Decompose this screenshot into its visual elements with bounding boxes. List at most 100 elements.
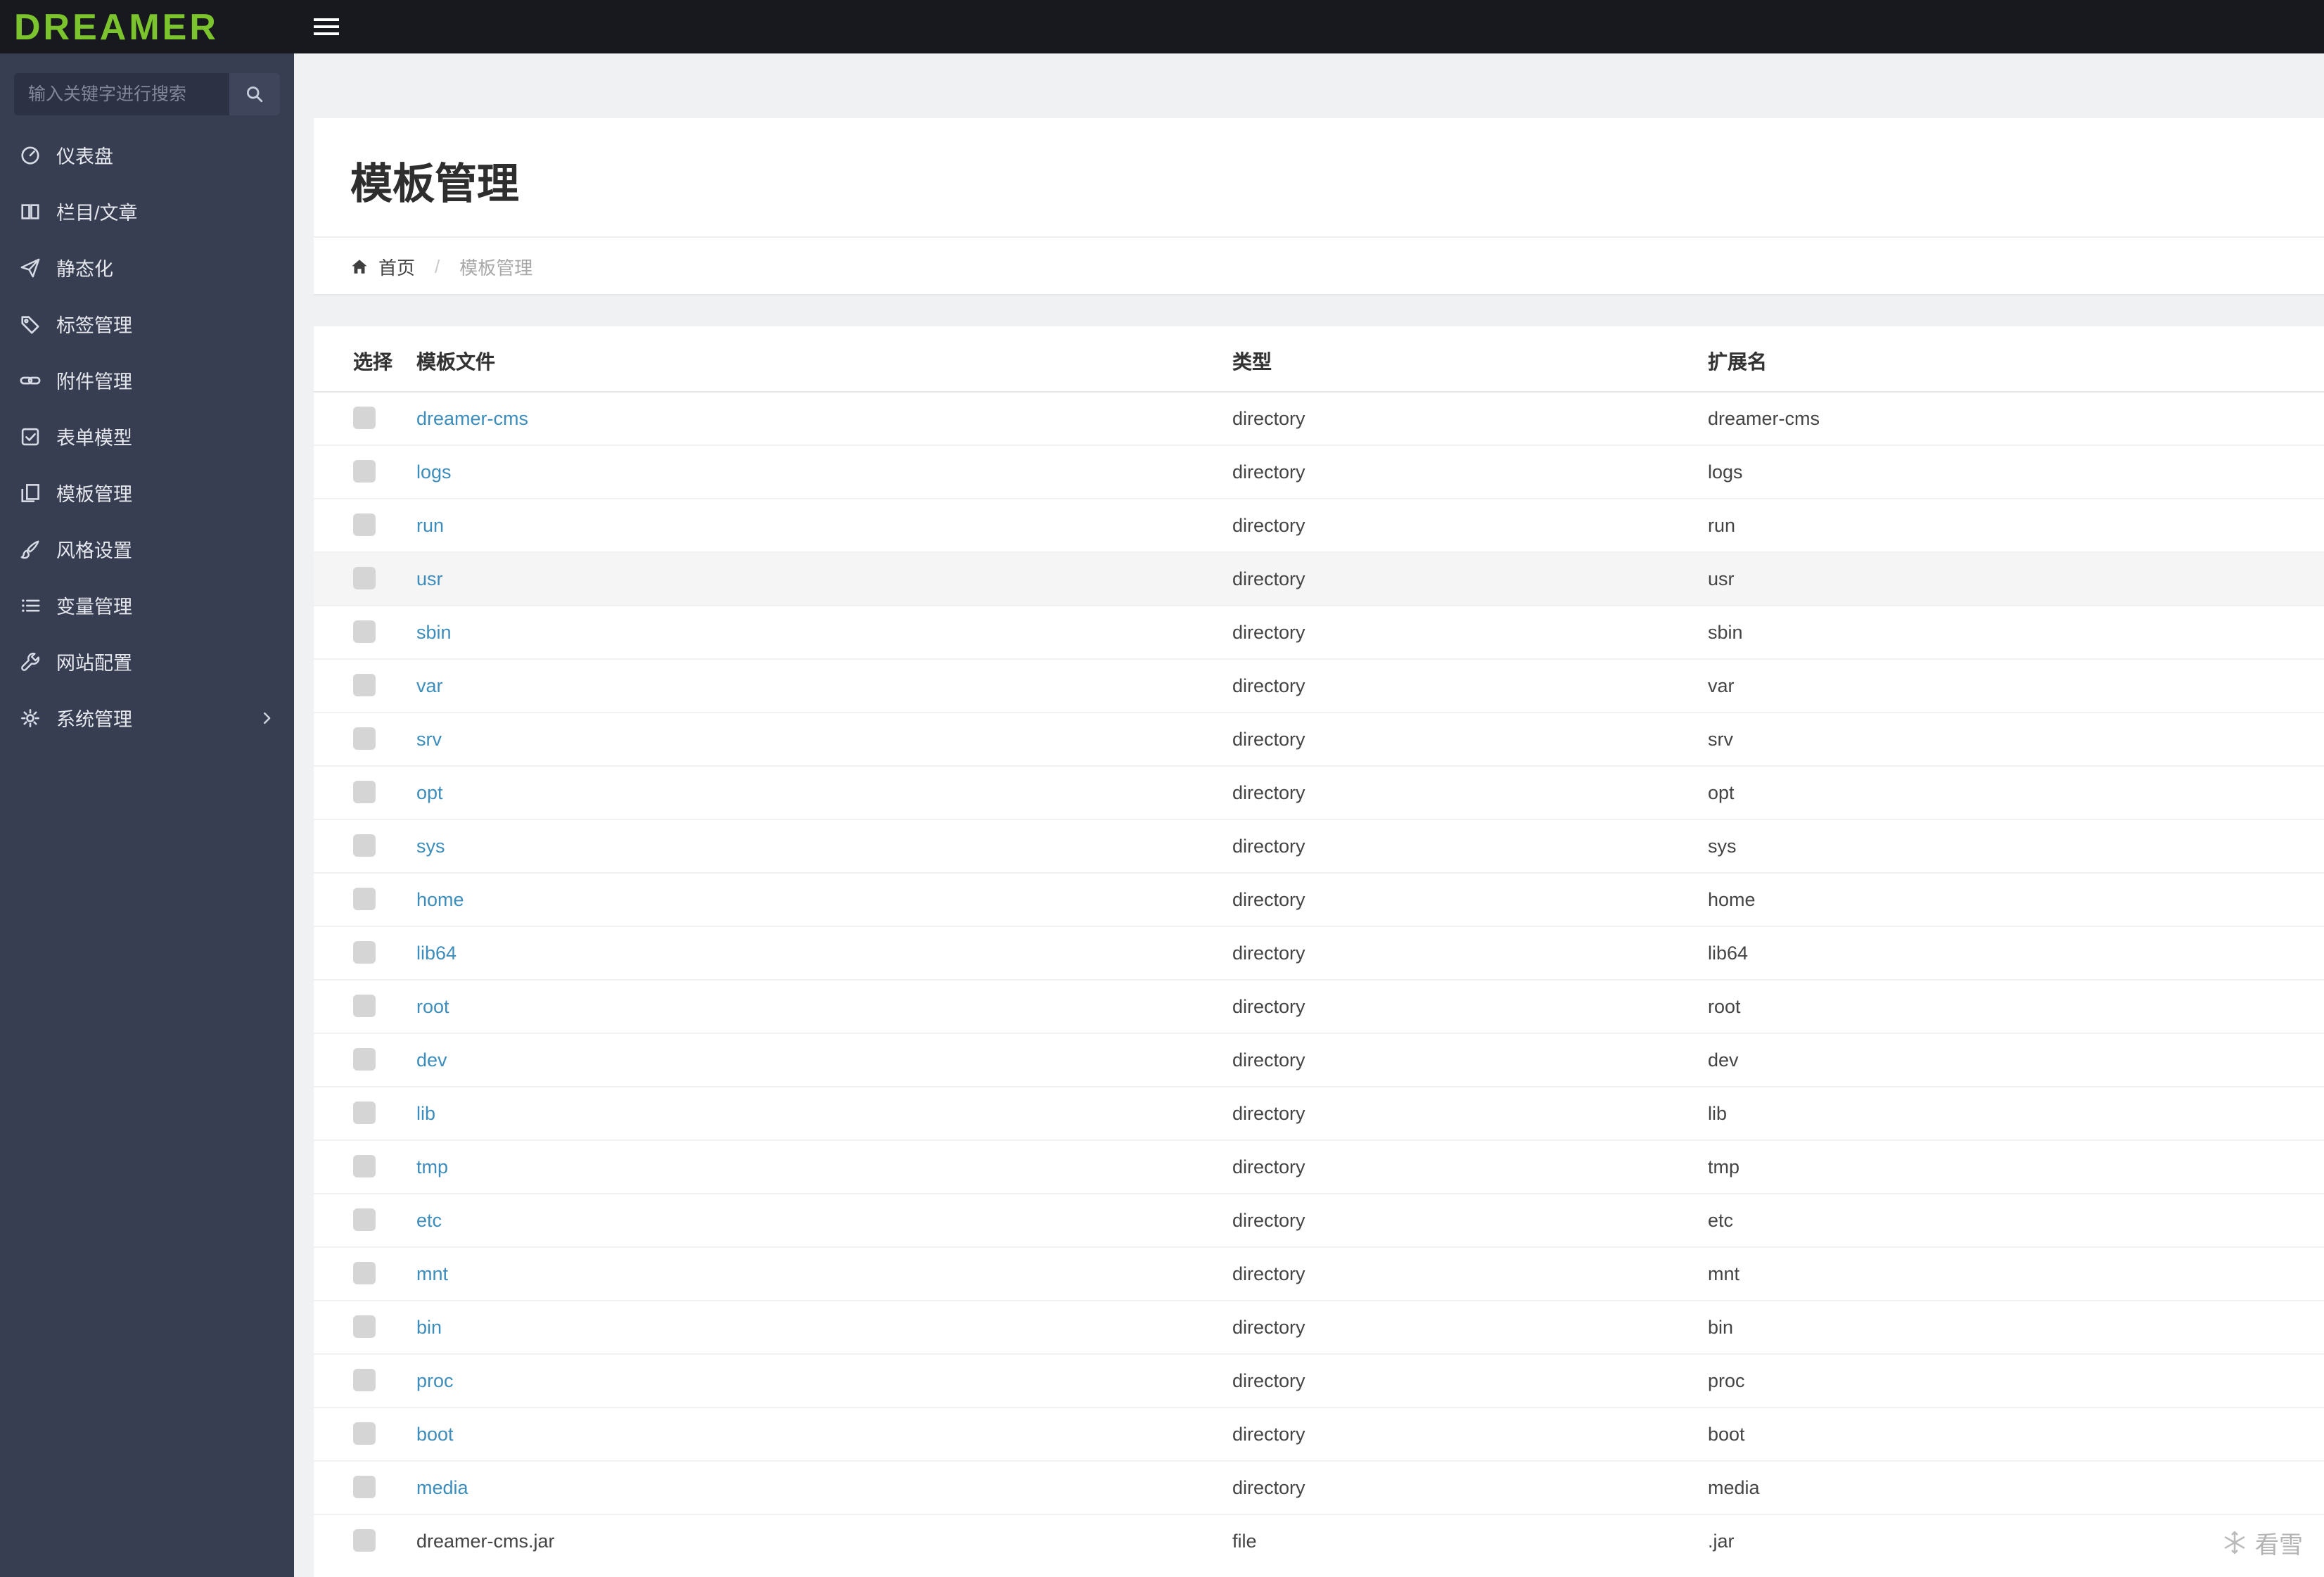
template-file-link[interactable]: root — [416, 995, 449, 1016]
template-file-link[interactable]: etc — [416, 1209, 442, 1230]
template-file-link[interactable]: tmp — [416, 1156, 448, 1177]
sidebar-item-form-model[interactable]: 表单模型 — [0, 408, 294, 464]
template-file-link[interactable]: dreamer-cms.jar — [416, 1531, 555, 1552]
file-type: directory — [1232, 711, 1708, 765]
row-checkbox[interactable] — [353, 781, 376, 804]
sidebar-item-label: 模板管理 — [56, 484, 132, 505]
brand-logo: DREAMER — [14, 6, 219, 48]
columns-icon — [20, 200, 56, 222]
row-checkbox[interactable] — [353, 1155, 376, 1178]
sidebar: 仪表盘 栏目/文章 静态化 标签管理 附件管理 表单模型 — [0, 53, 294, 1577]
hamburger-menu-icon[interactable] — [294, 0, 359, 53]
row-checkbox[interactable] — [353, 1048, 376, 1071]
template-file-link[interactable]: mnt — [416, 1263, 448, 1284]
file-extension: logs — [1708, 444, 2324, 498]
file-type: directory — [1232, 925, 1708, 979]
template-file-link[interactable]: lib — [416, 1102, 435, 1123]
table-row: dev directory dev — [314, 1032, 2324, 1086]
row-checkbox[interactable] — [353, 1422, 376, 1445]
row-checkbox[interactable] — [353, 995, 376, 1018]
sidebar-item-static[interactable]: 静态化 — [0, 239, 294, 295]
gear-icon — [20, 707, 56, 728]
sidebar-item-site-config[interactable]: 网站配置 — [0, 633, 294, 689]
template-file-link[interactable]: sbin — [416, 621, 452, 642]
file-type: directory — [1232, 818, 1708, 872]
header-extension: 扩展名 — [1708, 332, 2324, 392]
row-checkbox[interactable] — [353, 941, 376, 964]
file-type: directory — [1232, 1353, 1708, 1407]
row-checkbox[interactable] — [353, 727, 376, 751]
file-type: directory — [1232, 658, 1708, 712]
file-type: directory — [1232, 1460, 1708, 1514]
row-checkbox[interactable] — [353, 888, 376, 911]
template-file-link[interactable]: var — [416, 675, 443, 696]
file-extension: tmp — [1708, 1139, 2324, 1193]
template-file-link[interactable]: logs — [416, 461, 452, 482]
row-checkbox[interactable] — [353, 1529, 376, 1552]
search-button[interactable] — [229, 73, 280, 115]
row-checkbox[interactable] — [353, 407, 376, 430]
sidebar-item-attachments[interactable]: 附件管理 — [0, 352, 294, 408]
check-square-icon — [20, 426, 56, 447]
file-extension: var — [1708, 658, 2324, 712]
row-checkbox[interactable] — [353, 1476, 376, 1499]
row-checkbox[interactable] — [353, 460, 376, 483]
sidebar-item-style[interactable]: 风格设置 — [0, 521, 294, 577]
file-extension: boot — [1708, 1406, 2324, 1460]
chevron-right-icon — [259, 710, 274, 725]
template-file-link[interactable]: bin — [416, 1316, 442, 1337]
search-input[interactable] — [14, 73, 229, 115]
sidebar-item-label: 静态化 — [56, 259, 113, 280]
row-checkbox[interactable] — [353, 567, 376, 590]
file-type: directory — [1232, 497, 1708, 551]
file-extension: lib — [1708, 1085, 2324, 1139]
template-file-link[interactable]: dreamer-cms — [416, 407, 528, 428]
row-checkbox[interactable] — [353, 513, 376, 537]
table-row: usr directory usr — [314, 551, 2324, 605]
header-select: 选择 — [314, 332, 416, 392]
sidebar-item-label: 栏目/文章 — [56, 203, 138, 224]
watermark-text: 看雪 — [2255, 1532, 2303, 1559]
sidebar-item-articles[interactable]: 栏目/文章 — [0, 183, 294, 239]
sidebar-item-label: 变量管理 — [56, 596, 132, 618]
template-file-link[interactable]: usr — [416, 568, 443, 589]
table-row: lib64 directory lib64 — [314, 925, 2324, 979]
paperclip-icon — [20, 369, 56, 390]
template-file-link[interactable]: sys — [416, 835, 445, 856]
header-template-file: 模板文件 — [416, 332, 1232, 392]
row-checkbox[interactable] — [353, 1262, 376, 1285]
sidebar-item-system[interactable]: 系统管理 — [0, 689, 294, 746]
table-row: var directory var — [314, 658, 2324, 712]
table-row: lib directory lib — [314, 1085, 2324, 1139]
sidebar-item-tags[interactable]: 标签管理 — [0, 295, 294, 352]
row-checkbox[interactable] — [353, 674, 376, 697]
file-extension: dreamer-cms — [1708, 407, 1820, 428]
row-checkbox[interactable] — [353, 1208, 376, 1232]
sidebar-item-label: 附件管理 — [56, 371, 132, 392]
row-checkbox[interactable] — [353, 1369, 376, 1392]
sidebar-item-variables[interactable]: 变量管理 — [0, 577, 294, 633]
template-file-link[interactable]: home — [416, 888, 464, 909]
template-file-link[interactable]: run — [416, 514, 444, 535]
sidebar-item-dashboard[interactable]: 仪表盘 — [0, 127, 294, 183]
sidebar-item-templates[interactable]: 模板管理 — [0, 464, 294, 521]
template-file-link[interactable]: media — [416, 1476, 468, 1498]
template-file-link[interactable]: proc — [416, 1370, 454, 1391]
sidebar-item-label: 风格设置 — [56, 540, 132, 561]
sidebar-item-label: 标签管理 — [56, 315, 132, 336]
template-file-link[interactable]: lib64 — [416, 942, 456, 963]
row-checkbox[interactable] — [353, 1315, 376, 1339]
tags-icon — [20, 313, 56, 334]
template-file-link[interactable]: srv — [416, 728, 442, 749]
sidebar-item-label: 表单模型 — [56, 428, 132, 449]
row-checkbox[interactable] — [353, 620, 376, 644]
row-checkbox[interactable] — [353, 834, 376, 857]
breadcrumb-home-link[interactable]: 首页 — [378, 253, 415, 279]
template-file-link[interactable]: opt — [416, 781, 443, 803]
template-file-link[interactable]: boot — [416, 1423, 454, 1444]
table-row: proc directory proc — [314, 1353, 2324, 1407]
template-file-link[interactable]: dev — [416, 1049, 447, 1070]
row-checkbox[interactable] — [353, 1102, 376, 1125]
table-row: dreamer-cms.jar file .jar — [314, 1513, 2324, 1567]
paint-brush-icon — [20, 538, 56, 559]
